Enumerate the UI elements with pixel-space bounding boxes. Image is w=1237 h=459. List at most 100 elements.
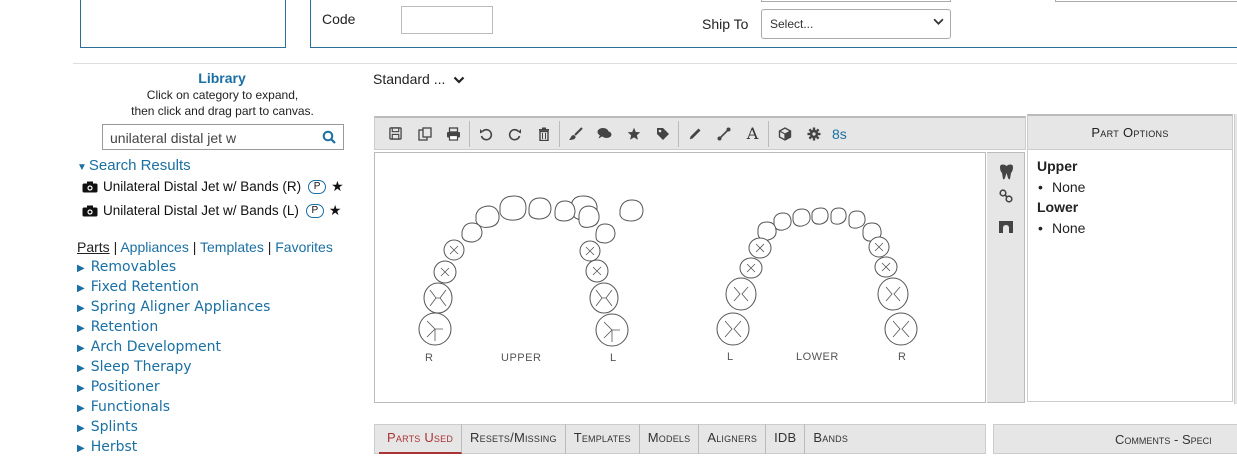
gear-icon[interactable]	[799, 119, 828, 149]
part-options-lower-value: None	[1038, 220, 1086, 236]
caret-down-icon: ▼	[77, 162, 87, 173]
category-spring-aligner-appliances[interactable]: ▶ Spring Aligner Appliances	[77, 297, 270, 317]
category-sleep-therapy[interactable]: ▶ Sleep Therapy	[77, 357, 270, 377]
redo-icon[interactable]	[500, 119, 529, 149]
library-search-value: unilateral distal jet w	[110, 130, 237, 146]
brush-icon[interactable]	[561, 119, 590, 149]
library-hint-line: then click and drag part to canvas.	[131, 104, 314, 118]
top-field-edge	[1055, 0, 1237, 2]
copy-icon[interactable]	[410, 119, 439, 149]
standard-dropdown-label: Standard ...	[373, 71, 446, 87]
lower-right-label: R	[898, 351, 907, 363]
caret-right-icon: ▶	[77, 343, 85, 354]
ship-to-value: Select...	[770, 17, 814, 31]
tab-idb[interactable]: IDB	[766, 424, 806, 454]
part-badge: P	[305, 203, 324, 218]
favorite-star-icon[interactable]: ★	[329, 202, 342, 219]
caret-right-icon: ▶	[77, 443, 85, 454]
category-splints[interactable]: ▶ Splints	[77, 417, 270, 437]
trash-icon[interactable]	[529, 119, 558, 149]
library-tab-favorites[interactable]: Favorites	[275, 239, 333, 255]
line-icon[interactable]	[709, 119, 738, 149]
search-result-item[interactable]: Unilateral Distal Jet w/ Bands (L) P ★	[82, 202, 341, 219]
part-options-panel: Upper None Lower None	[1027, 150, 1233, 402]
pencil-icon[interactable]	[680, 119, 709, 149]
bridge-icon[interactable]	[996, 217, 1016, 237]
category-retention[interactable]: ▶ Retention	[77, 317, 270, 337]
category-herbst[interactable]: ▶ Herbst	[77, 437, 270, 457]
lower-left-label: L	[727, 351, 734, 363]
tab-templates[interactable]: Templates	[566, 424, 640, 454]
cube-icon[interactable]	[770, 119, 799, 149]
timer-label: 8s	[832, 125, 847, 142]
canvas-toolbar: A 8s	[374, 116, 1026, 150]
favorite-star-icon[interactable]: ★	[331, 178, 344, 195]
upper-left-label: L	[610, 352, 617, 364]
part-options-upper-label: Upper	[1037, 158, 1078, 174]
chevron-down-icon	[454, 77, 465, 84]
category-arch-development[interactable]: ▶ Arch Development	[77, 337, 270, 357]
tab-separator: |	[192, 239, 201, 255]
toolbar-separator	[559, 120, 560, 147]
tab-resets-missing[interactable]: Resets/Missing	[462, 424, 566, 454]
text-icon[interactable]: A	[738, 119, 767, 149]
top-field-edge	[761, 0, 951, 2]
tab-comments[interactable]: Comments - Speci	[993, 424, 1237, 454]
design-canvas[interactable]: R UPPER L L LOWER R	[374, 152, 986, 403]
search-icon[interactable]	[322, 130, 336, 144]
search-results-toggle[interactable]: ▼ Search Results	[77, 157, 191, 174]
library-hint: Click on category to expand, then click …	[120, 87, 325, 119]
upper-right-label: R	[425, 352, 434, 364]
upper-arch-label: UPPER	[501, 352, 542, 364]
tab-bands[interactable]: Bands	[805, 424, 856, 454]
category-functionals[interactable]: ▶ Functionals	[77, 397, 270, 417]
library-search-input[interactable]: unilateral distal jet w	[102, 124, 344, 150]
category-positioner[interactable]: ▶ Positioner	[77, 377, 270, 397]
toolbar-separator	[678, 120, 679, 147]
undo-icon[interactable]	[471, 119, 500, 149]
library-tab-parts[interactable]: Parts	[77, 239, 110, 255]
category-label: Spring Aligner Appliances	[90, 299, 271, 315]
category-label: Arch Development	[90, 339, 221, 355]
link-icon[interactable]	[996, 186, 1016, 206]
caret-right-icon: ▶	[77, 283, 85, 294]
ship-to-select[interactable]: Select...	[761, 9, 951, 39]
search-result-name: Unilateral Distal Jet w/ Bands (L)	[103, 203, 299, 218]
ship-to-label: Ship To	[702, 16, 749, 32]
library-tab-templates[interactable]: Templates	[200, 239, 264, 255]
search-result-name: Unilateral Distal Jet w/ Bands (R)	[103, 179, 302, 194]
search-result-item[interactable]: Unilateral Distal Jet w/ Bands (R) P ★	[82, 178, 344, 195]
category-fixed-retention[interactable]: ▶ Fixed Retention	[77, 277, 270, 297]
library-tab-appliances[interactable]: Appliances	[120, 239, 189, 255]
category-label: Retention	[90, 319, 159, 335]
dental-chart[interactable]	[375, 153, 985, 402]
category-label: Positioner	[90, 379, 160, 395]
print-icon[interactable]	[439, 119, 468, 149]
library-hint-line: Click on category to expand,	[146, 88, 299, 102]
tab-models[interactable]: Models	[640, 424, 700, 454]
tab-parts-used[interactable]: Parts Used	[379, 424, 463, 454]
tab-aligners[interactable]: Aligners	[699, 424, 767, 454]
top-left-panel	[80, 0, 286, 48]
save-icon[interactable]	[381, 119, 410, 149]
comment-icon[interactable]	[590, 119, 619, 149]
tooth-icon[interactable]	[996, 162, 1016, 182]
caret-right-icon: ▶	[77, 303, 85, 314]
standard-dropdown[interactable]: Standard ...	[373, 71, 465, 87]
tag-icon[interactable]	[648, 119, 677, 149]
toolbar-separator	[768, 120, 769, 147]
library-tabs: Parts | Appliances | Templates | Favorit…	[77, 239, 333, 255]
canvas-side-tools	[987, 152, 1025, 403]
star-icon[interactable]	[619, 119, 648, 149]
category-label: Sleep Therapy	[90, 359, 192, 375]
code-input[interactable]	[401, 6, 493, 34]
part-badge: P	[308, 179, 327, 194]
category-label: Splints	[90, 419, 138, 435]
category-removables[interactable]: ▶ Removables	[77, 257, 270, 277]
caret-right-icon: ▶	[77, 403, 85, 414]
part-options-lower-label: Lower	[1037, 199, 1079, 215]
code-label: Code	[322, 11, 356, 27]
category-label: Functionals	[90, 399, 171, 415]
chevron-down-icon	[933, 16, 944, 30]
search-results-label: Search Results	[88, 157, 191, 174]
